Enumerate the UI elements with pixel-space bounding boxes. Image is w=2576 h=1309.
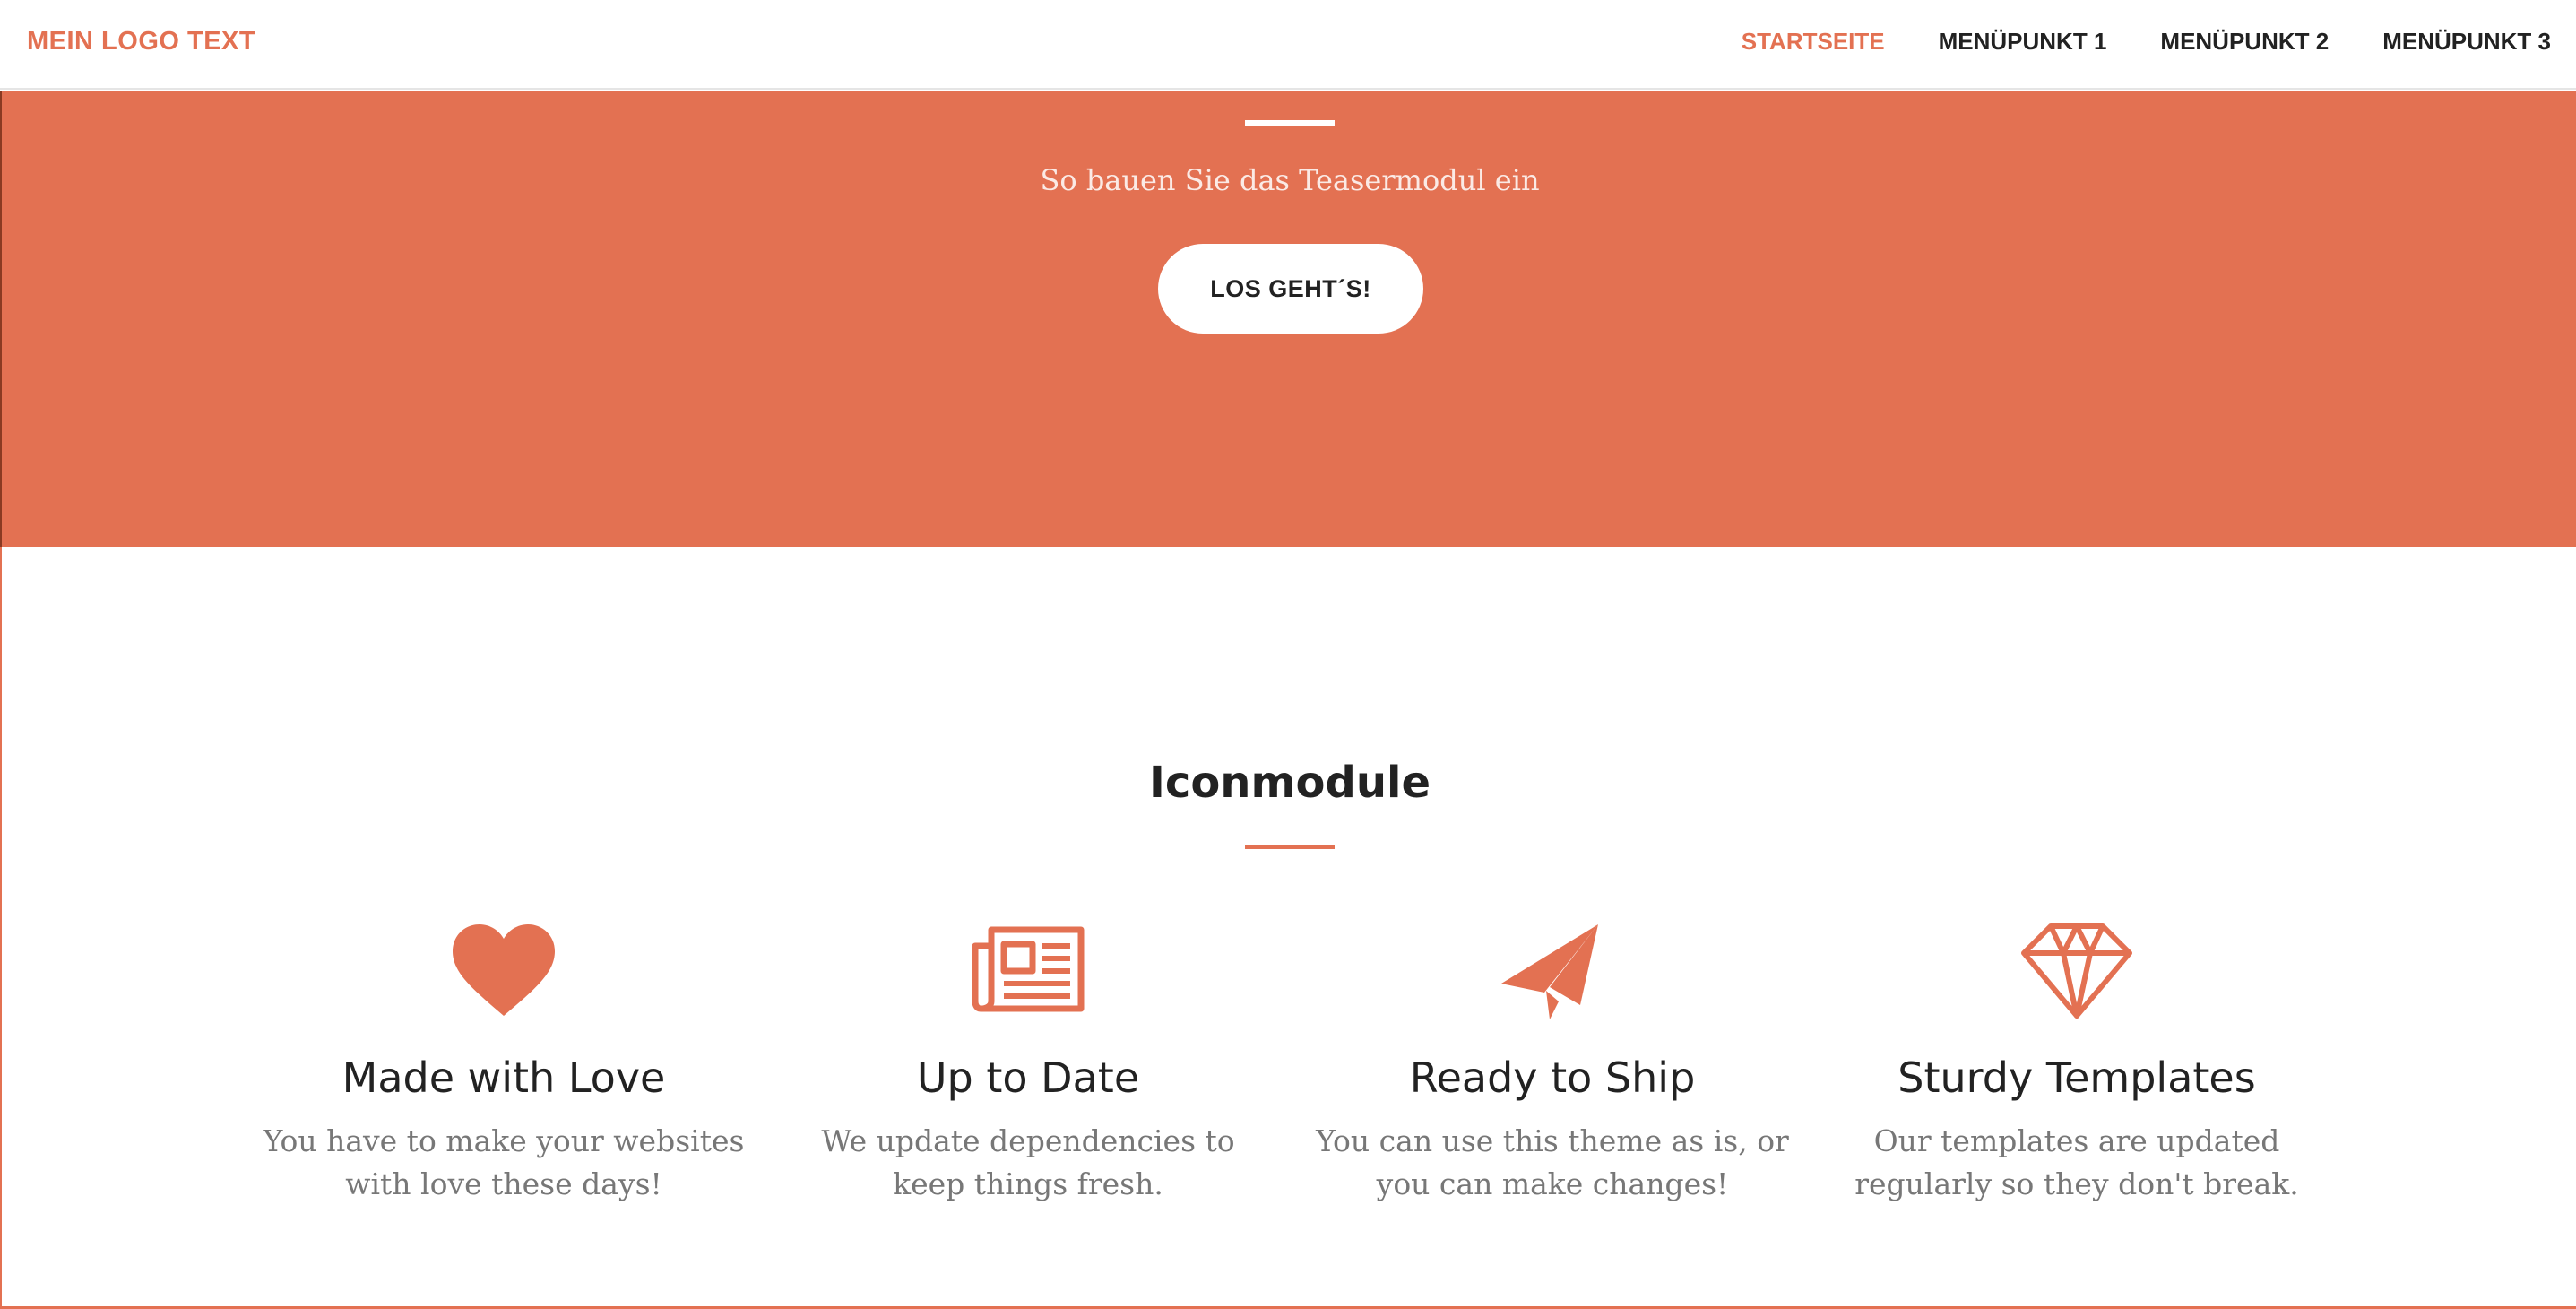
nav-item-menupunkt-1[interactable]: MENÜPUNKT 1 [1939,28,2107,56]
icon-module-section: Iconmodule Made with Love You have to ma… [0,547,2576,1309]
feature-item: Sturdy Templates Our templates are updat… [1826,919,2328,1206]
start-button[interactable]: LOS GEHT´S! [1158,244,1423,334]
feature-item: Made with Love You have to make your web… [253,919,755,1206]
feature-text: You can use this theme as is, or you can… [1316,1123,1789,1201]
feature-title: Sturdy Templates [1897,1053,2256,1102]
page: MEIN LOGO TEXT STARTSEITE MENÜPUNKT 1 ME… [0,0,2576,1309]
feature-text: Our templates are updated regularly so t… [1854,1123,2299,1201]
logo-link[interactable]: MEIN LOGO TEXT [27,27,255,56]
section-title: Iconmodule [1149,758,1431,808]
feature-title: Made with Love [341,1053,666,1102]
main-nav: STARTSEITE MENÜPUNKT 1 MENÜPUNKT 2 MENÜP… [1688,28,2551,56]
feature-title: Up to Date [916,1053,1140,1102]
paper-plane-icon [1501,924,1598,1019]
feature-item: Ready to Ship You can use this theme as … [1301,919,1803,1206]
feature-title: Ready to Ship [1409,1053,1696,1102]
feature-text: We update dependencies to keep things fr… [821,1123,1235,1201]
hero-subtitle: So bauen Sie das Teasermodul ein [1040,163,1540,197]
hero-divider [1245,120,1335,126]
nav-item-menupunkt-2[interactable]: MENÜPUNKT 2 [2160,28,2329,56]
feature-text: You have to make your websites with love… [263,1123,745,1201]
hero-teaser: So bauen Sie das Teasermodul ein LOS GEH… [0,91,2576,547]
nav-item-startseite[interactable]: STARTSEITE [1742,28,1885,56]
diamond-icon [2021,923,2132,1019]
newspaper-icon [972,926,1085,1012]
navbar: MEIN LOGO TEXT STARTSEITE MENÜPUNKT 1 ME… [0,0,2576,90]
nav-item-menupunkt-3[interactable]: MENÜPUNKT 3 [2382,28,2551,56]
feature-item: Up to Date We update dependencies to kee… [777,919,1279,1206]
section-divider [1245,845,1335,849]
heart-icon [453,924,555,1016]
